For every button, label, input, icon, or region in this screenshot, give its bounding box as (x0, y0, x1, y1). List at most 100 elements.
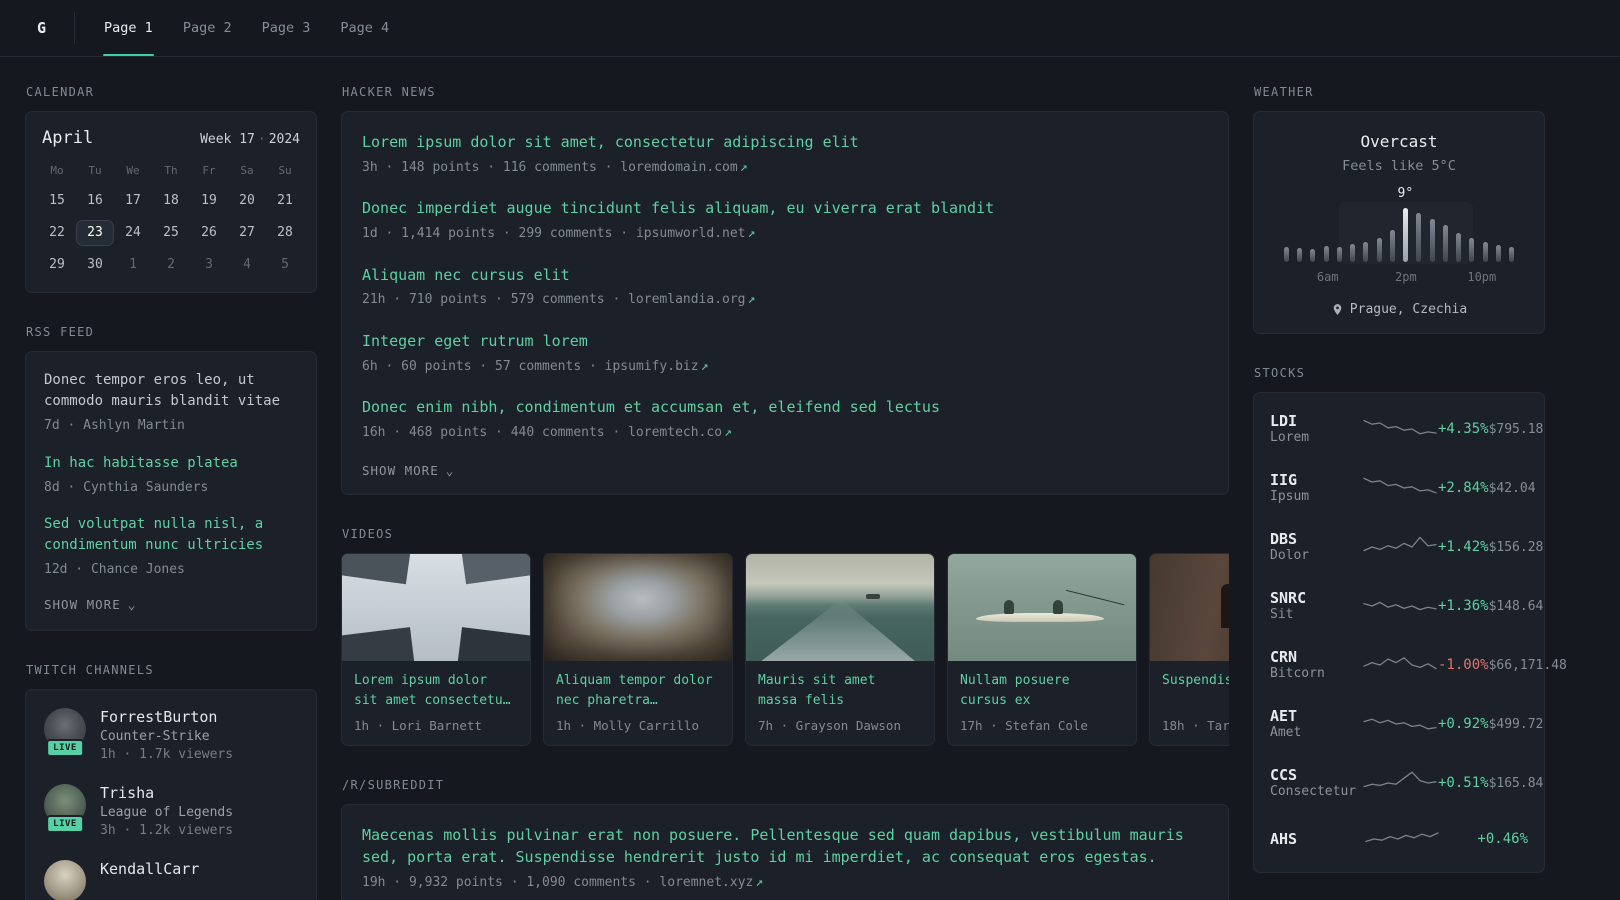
tab-page-2[interactable]: Page 2 (168, 0, 247, 56)
story-meta: 21h · 710 points · 579 comments · loreml… (362, 290, 1208, 310)
temperature-bar (1323, 245, 1329, 262)
rss-show-more-button[interactable]: SHOW MORE ⌄ (44, 597, 136, 612)
story-domain-link[interactable]: loremdomain.com ↗ (620, 160, 747, 175)
stock-id: LDI Lorem (1270, 412, 1362, 445)
thumbnail-art (976, 613, 1105, 623)
stock-ticker: CRN (1270, 648, 1298, 666)
story-domain-link[interactable]: ipsumify.biz ↗ (605, 359, 709, 374)
stock-change: +2.84% (1438, 479, 1489, 496)
stock-name: Amet (1270, 725, 1302, 740)
stock-row[interactable]: AHS +0.46% (1270, 812, 1528, 866)
story-domain-link[interactable]: ipsumworld.net ↗ (636, 226, 755, 241)
channel-game: League of Legends (100, 804, 234, 820)
rss-widget: RSS FEED Donec tempor eros leo, ut commo… (25, 325, 317, 631)
video-thumbnail[interactable] (544, 554, 732, 662)
tab-page-1[interactable]: Page 1 (89, 0, 168, 56)
stock-quote: +1.36%$148.64 (1438, 598, 1543, 614)
channel-info: Trisha League of Legends 3h · 1.2k viewe… (100, 784, 233, 838)
story-title-link[interactable]: Aliquam nec cursus elit (362, 265, 1208, 287)
stock-row[interactable]: IIG Ipsum +2.84%$42.04 (1270, 458, 1536, 517)
calendar-day: 26 (201, 225, 217, 240)
video-thumbnail[interactable] (746, 554, 934, 662)
calendar-week-year: Week 17 · 2024 (200, 132, 300, 147)
twitch-channel-row[interactable]: KendallCarr (44, 859, 298, 900)
calendar-day: 15 (49, 193, 65, 208)
stock-quote: -1.00%$66,171.48 (1438, 657, 1567, 673)
story-meta: 1d · 1,414 points · 299 comments · ipsum… (362, 224, 1208, 244)
story-title-link[interactable]: Lorem ipsum dolor sit amet, consectetur … (362, 132, 1208, 154)
story-domain: ipsumworld.net (635, 226, 746, 241)
video-thumbnail[interactable] (342, 554, 530, 662)
twitch-card: LIVE ForrestBurton Counter-Strike 1h · 1… (25, 688, 317, 900)
calendar-month: April (42, 128, 94, 148)
story-stats: 21h · 710 points · 579 comments · (362, 292, 621, 308)
stock-row[interactable]: CCS Consectetur +0.51%$165.84 (1270, 753, 1543, 812)
stock-price: $66,171.48 (1488, 657, 1567, 673)
story-item: Integer eget rutrum lorem 6h · 60 points… (362, 331, 1208, 376)
video-title-link[interactable]: Mauris sit amet massa felis (746, 661, 934, 711)
stock-id: AET Amet (1270, 707, 1362, 740)
story-domain-link[interactable]: loremlandia.org ↗ (628, 292, 755, 307)
channel-avatar: LIVE (44, 707, 86, 757)
video-title-link[interactable]: Lorem ipsum dolor sit amet consectetu… (342, 661, 530, 711)
stock-spark-wrap (1362, 592, 1438, 620)
rss-item-title-link[interactable]: Sed volutpat nulla nisl, a condimentum n… (44, 514, 298, 556)
story-title-link[interactable]: Donec imperdiet augue tincidunt felis al… (362, 198, 1208, 220)
stock-row[interactable]: AET Amet +0.92%$499.72 (1270, 694, 1543, 753)
temperature-bar (1495, 244, 1501, 262)
calendar-day: 28 (277, 225, 293, 240)
stock-change: +1.42% (1438, 538, 1489, 555)
channel-name-link[interactable]: Trisha (100, 784, 233, 802)
stock-row[interactable]: SNRC Sit +1.36%$148.64 (1270, 576, 1543, 635)
video-title-link[interactable]: Nullam posuere cursus ex (948, 661, 1136, 711)
story-title-link[interactable]: Donec enim nibh, condimentum et accumsan… (362, 397, 1208, 419)
calendar-widget: CALENDAR April Week 17 · 2024 Mo Tu We Th Fr Sa… (25, 85, 317, 293)
page-tabs: Page 1 Page 2 Page 3 Page 4 (89, 0, 404, 56)
external-link-icon: ↗ (700, 358, 709, 374)
live-badge: LIVE (46, 738, 84, 757)
app-logo: G (25, 12, 76, 44)
external-link-icon: ↗ (724, 424, 732, 440)
weather-condition: Overcast (1360, 132, 1438, 151)
external-link-icon: ↗ (739, 159, 748, 175)
twitch-channel-row[interactable]: LIVE ForrestBurton Counter-Strike 1h · 1… (44, 707, 298, 762)
stock-row[interactable]: LDI Lorem +4.35%$795.18 (1270, 399, 1543, 458)
twitch-channel-row[interactable]: LIVE Trisha League of Legends 3h · 1.2k … (44, 783, 298, 838)
rss-card: Donec tempor eros leo, ut commodo mauris… (25, 351, 317, 631)
temperature-bar (1350, 244, 1356, 262)
stock-price: $42.04 (1488, 480, 1536, 496)
stock-row[interactable]: CRN Bitcorn -1.00%$66,171.48 (1270, 635, 1567, 694)
channel-name-link[interactable]: KendallCarr (100, 860, 199, 878)
rss-item-meta: 7d · Ashlyn Martin (44, 418, 185, 433)
story-stats: 3h · 148 points · 116 comments · (362, 159, 613, 175)
stock-spark-wrap (1362, 825, 1442, 853)
video-title-link[interactable]: Aliquam tempor dolor nec pharetra… (544, 661, 732, 711)
section-header-hacker-news: HACKER NEWS (342, 85, 436, 99)
post-title-link[interactable]: Maecenas mollis pulvinar erat non posuer… (362, 825, 1208, 869)
weather-time-axis: 6am 2pm 10pm (1284, 270, 1514, 286)
weather-peak-label: 9° (1397, 186, 1414, 201)
external-link-icon: ↗ (747, 226, 756, 241)
video-thumbnail[interactable] (948, 554, 1136, 662)
stock-ticker: SNRC (1270, 589, 1307, 607)
hacker-news-show-more-button[interactable]: SHOW MORE ⌄ (362, 463, 454, 478)
tab-page-3[interactable]: Page 3 (247, 0, 326, 56)
story-domain: loremlandia.org (628, 292, 746, 308)
stocks-widget: STOCKS LDI Lorem +4.35%$795.18 IIG Ipsum +… (1253, 366, 1567, 873)
post-meta: 19h · 9,932 points · 1,090 comments · lo… (362, 873, 1208, 893)
stock-quote: +4.35%$795.18 (1438, 421, 1543, 437)
story-domain-link[interactable]: loremtech.co ↗ (628, 425, 732, 440)
post-domain-link[interactable]: loremnet.xyz ↗ (659, 875, 763, 890)
tab-page-4[interactable]: Page 4 (325, 0, 404, 56)
rss-item-title-link[interactable]: Donec tempor eros leo, ut commodo mauris… (44, 370, 298, 412)
stock-row[interactable]: DBS Dolor +1.42%$156.28 (1270, 517, 1543, 576)
dashboard: CALENDAR April Week 17 · 2024 Mo Tu We Th Fr Sa… (0, 57, 1620, 900)
rss-item-title-link[interactable]: In hac habitasse platea (44, 453, 298, 474)
channel-name-link[interactable]: ForrestBurton (100, 708, 233, 726)
story-meta: 3h · 148 points · 116 comments · loremdo… (362, 158, 1208, 178)
video-title-link[interactable]: Suspendisse diam (1150, 661, 1229, 711)
stock-change: +0.46% (1477, 831, 1528, 847)
video-thumbnail[interactable] (1150, 554, 1229, 662)
story-title-link[interactable]: Integer eget rutrum lorem (362, 331, 1208, 353)
channel-avatar: LIVE (44, 783, 86, 833)
